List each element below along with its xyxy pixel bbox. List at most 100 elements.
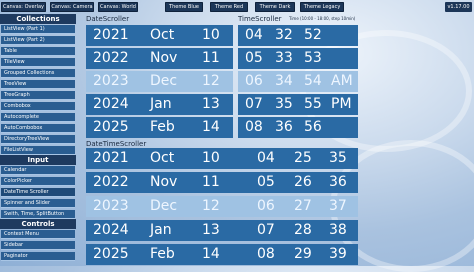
- datetime-scroller[interactable]: 2021 Oct 10 04 25 35 2022 Nov 11 05 26 3…: [86, 148, 358, 266]
- hour-cell: 04: [245, 27, 263, 43]
- sidebar-heading-input: Input: [0, 155, 76, 165]
- sidebar-item-switch-time-splitbutton[interactable]: Swith, Time, SplitButton: [1, 210, 75, 219]
- datetime-row[interactable]: 2022 Nov 11 05 26 36: [86, 172, 358, 193]
- second-cell: 35: [329, 150, 347, 166]
- day-cell: 14: [202, 119, 220, 135]
- second-cell: 37: [329, 198, 347, 214]
- date-row[interactable]: 2024 Jan 13: [86, 94, 233, 115]
- sidebar-item-autocombobox[interactable]: AutoCombobox: [1, 124, 75, 133]
- ampm-cell: AM: [331, 73, 353, 89]
- theme-red-button[interactable]: Theme Red: [210, 2, 248, 12]
- second-cell: 56: [304, 119, 322, 135]
- year-cell: 2024: [93, 222, 129, 238]
- time-row-selected[interactable]: 06 34 54 AM: [238, 71, 358, 92]
- date-scroller[interactable]: 2021 Oct 10 2022 Nov 11 2023 Dec 12 2024…: [86, 24, 233, 139]
- month-cell: Dec: [150, 73, 178, 89]
- second-cell: 52: [304, 27, 322, 43]
- sidebar-heading-collections: Collections: [0, 14, 76, 24]
- hour-cell: 08: [257, 246, 275, 262]
- minute-cell: 25: [294, 150, 312, 166]
- sidebar-heading-controls: Controls: [0, 219, 76, 229]
- date-row[interactable]: 2025 Feb 14: [86, 117, 233, 138]
- time-row[interactable]: 08 36 56: [238, 117, 358, 138]
- sidebar-item-grouped-collections[interactable]: Grouped Collections: [1, 69, 75, 78]
- day-cell: 10: [202, 150, 220, 166]
- sidebar-item-calendar[interactable]: Calendar: [1, 166, 75, 175]
- time-row[interactable]: 04 32 52: [238, 25, 358, 46]
- time-row[interactable]: 07 35 55 PM: [238, 94, 358, 115]
- time-scroller-hint: Time (10:00 - 18:00, step 10min): [289, 16, 356, 21]
- hour-cell: 06: [257, 198, 275, 214]
- sidebar-item-colorpicker[interactable]: ColorPicker: [1, 177, 75, 186]
- month-cell: Oct: [150, 27, 175, 43]
- date-row-selected[interactable]: 2023 Dec 12: [86, 71, 233, 92]
- hour-cell: 06: [245, 73, 263, 89]
- sidebar-item-table[interactable]: Table: [1, 47, 75, 56]
- year-cell: 2025: [93, 246, 129, 262]
- day-cell: 12: [202, 198, 220, 214]
- sidebar-item-listview-part1[interactable]: ListView (Part 1): [1, 25, 75, 34]
- canvas-world-button[interactable]: Canvas: World: [98, 2, 138, 12]
- sidebar-item-listview-part2[interactable]: ListView (Part 2): [1, 36, 75, 45]
- datetime-row[interactable]: 2025 Feb 14 08 29 39: [86, 244, 358, 265]
- year-cell: 2022: [93, 174, 129, 190]
- time-scroller[interactable]: 04 32 52 05 33 53 06 34 54 AM 07 35 55 P…: [238, 24, 358, 139]
- hour-cell: 07: [245, 96, 263, 112]
- hour-cell: 07: [257, 222, 275, 238]
- sidebar-item-autocomplete[interactable]: Autocomplete: [1, 113, 75, 122]
- sidebar-item-context-menu[interactable]: Context Menu: [1, 230, 75, 239]
- year-cell: 2021: [93, 27, 129, 43]
- year-cell: 2021: [93, 150, 129, 166]
- day-cell: 10: [202, 27, 220, 43]
- year-cell: 2023: [93, 198, 129, 214]
- second-cell: 38: [329, 222, 347, 238]
- minute-cell: 35: [275, 96, 293, 112]
- theme-legacy-button[interactable]: Theme Legacy: [300, 2, 344, 12]
- sidebar-item-spinner-slider[interactable]: Spinner and Slider: [1, 199, 75, 208]
- theme-blue-button[interactable]: Theme Blue: [165, 2, 203, 12]
- year-cell: 2022: [93, 50, 129, 66]
- sidebar: Collections ListView (Part 1) ListView (…: [0, 14, 76, 266]
- sidebar-item-paginator[interactable]: Paginator: [1, 252, 75, 261]
- sidebar-item-datetime-scroller[interactable]: DateTime Scroller: [1, 188, 75, 197]
- datetime-row[interactable]: 2021 Oct 10 04 25 35: [86, 148, 358, 169]
- sidebar-item-combobox[interactable]: Combobox: [1, 102, 75, 111]
- datetime-row-selected[interactable]: 2023 Dec 12 06 27 37: [86, 196, 358, 217]
- ampm-cell: PM: [331, 96, 352, 112]
- date-row[interactable]: 2022 Nov 11: [86, 48, 233, 69]
- second-cell: 55: [304, 96, 322, 112]
- theme-dark-button[interactable]: Theme Dark: [255, 2, 295, 12]
- minute-cell: 28: [294, 222, 312, 238]
- sidebar-item-treeview[interactable]: TreeView: [1, 80, 75, 89]
- day-cell: 14: [202, 246, 220, 262]
- second-cell: 54: [304, 73, 322, 89]
- date-row[interactable]: 2021 Oct 10: [86, 25, 233, 46]
- datetime-scroller-label: DateTimeScroller: [86, 140, 147, 148]
- minute-cell: 36: [275, 119, 293, 135]
- day-cell: 12: [202, 73, 220, 89]
- month-cell: Jan: [150, 222, 172, 238]
- year-cell: 2025: [93, 119, 129, 135]
- time-row[interactable]: 05 33 53: [238, 48, 358, 69]
- canvas-overlay-button[interactable]: Canvas: Overlay: [1, 2, 46, 12]
- month-cell: Nov: [150, 50, 178, 66]
- month-cell: Feb: [150, 119, 175, 135]
- second-cell: 36: [329, 174, 347, 190]
- sidebar-item-directorytreeview[interactable]: DirectoryTreeView: [1, 135, 75, 144]
- minute-cell: 32: [275, 27, 293, 43]
- time-scroller-label: TimeScroller: [238, 15, 282, 23]
- sidebar-item-filelistview[interactable]: FileListView: [1, 146, 75, 155]
- year-cell: 2024: [93, 96, 129, 112]
- sidebar-item-treegraph[interactable]: TreeGraph: [1, 91, 75, 100]
- hour-cell: 04: [257, 150, 275, 166]
- day-cell: 13: [202, 96, 220, 112]
- hour-cell: 05: [245, 50, 263, 66]
- sidebar-item-tileview[interactable]: TileView: [1, 58, 75, 67]
- minute-cell: 26: [294, 174, 312, 190]
- day-cell: 11: [202, 50, 220, 66]
- minute-cell: 33: [275, 50, 293, 66]
- canvas-camera-button[interactable]: Canvas: Camera: [50, 2, 94, 12]
- sidebar-item-sidebar[interactable]: Sidebar: [1, 241, 75, 250]
- datetime-row[interactable]: 2024 Jan 13 07 28 38: [86, 220, 358, 241]
- minute-cell: 34: [275, 73, 293, 89]
